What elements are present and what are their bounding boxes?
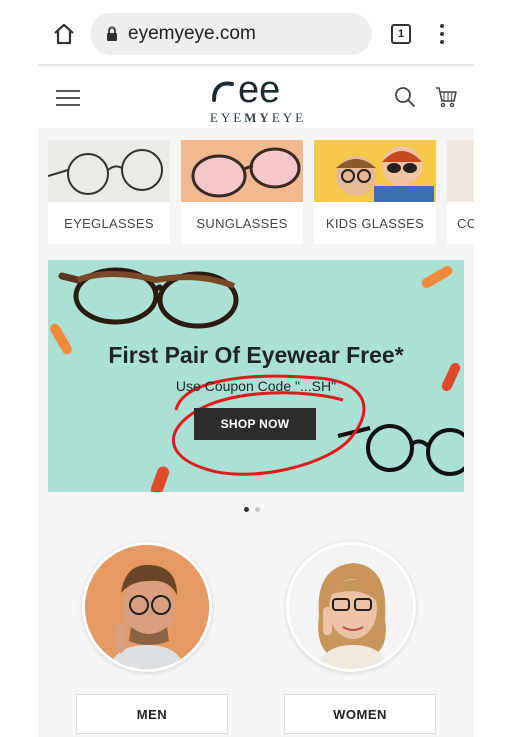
kids-glasses-image — [314, 140, 436, 202]
category-card-kids-glasses[interactable]: KIDS GLASSES — [314, 140, 436, 244]
category-label: KIDS GLASSES — [325, 215, 425, 231]
category-image — [447, 140, 474, 202]
banner-subtitle: Use Coupon Code "...SH" — [175, 378, 337, 394]
banner-title: First Pair Of Eyewear Free* — [108, 342, 404, 368]
men-button[interactable]: MEN — [76, 694, 228, 734]
main-content: EYEGLASSES SUNGLASSES KIDS GLASSES CC Fi… — [38, 128, 474, 737]
sunglasses-image — [181, 140, 303, 202]
men-image[interactable] — [82, 542, 212, 672]
logo-wordmark: EYEMYEYE — [209, 110, 307, 125]
banner-artwork — [50, 266, 464, 492]
overflow-menu-icon[interactable] — [436, 22, 448, 46]
black-glasses-icon — [337, 424, 464, 476]
shop-now-button[interactable]: SHOP NOW — [194, 408, 316, 440]
category-card-eyeglasses[interactable]: EYEGLASSES — [48, 140, 170, 244]
women-button[interactable]: WOMEN — [284, 694, 436, 734]
carousel-dot[interactable] — [255, 507, 260, 512]
hamburger-menu-icon[interactable] — [56, 90, 80, 106]
logo-mark-text: ee — [238, 70, 280, 110]
category-label: CC — [457, 215, 474, 231]
carousel-dot-active[interactable] — [244, 507, 249, 512]
tortoise-glasses-icon — [58, 267, 239, 329]
url-bar[interactable]: eyemyeye.com — [90, 13, 372, 55]
logo-mark-icon: ee — [212, 69, 280, 111]
site-header: ee EYEMYEYE — [38, 66, 474, 128]
promo-banner[interactable]: First Pair Of Eyewear Free* Use Coupon C… — [48, 260, 464, 492]
category-carousel: EYEGLASSES SUNGLASSES KIDS GLASSES CC — [48, 140, 474, 244]
cart-icon[interactable] — [434, 85, 458, 109]
category-label: SUNGLASSES — [196, 215, 288, 231]
home-icon[interactable] — [52, 22, 76, 46]
page: eyemyeye.com 1 ee EYEMYEYE EYEGLASSES SU… — [0, 0, 507, 737]
category-card-partial[interactable]: CC — [447, 140, 474, 244]
women-image[interactable] — [286, 542, 416, 672]
category-card-sunglasses[interactable]: SUNGLASSES — [181, 140, 303, 244]
browser-toolbar: eyemyeye.com 1 — [38, 0, 474, 66]
url-text: eyemyeye.com — [128, 23, 256, 44]
site-logo[interactable]: ee EYEMYEYE — [198, 69, 318, 126]
carousel-dots — [244, 507, 268, 515]
search-icon[interactable] — [394, 86, 416, 108]
category-label: EYEGLASSES — [64, 215, 154, 231]
tab-switcher-button[interactable]: 1 — [391, 24, 411, 44]
lock-icon — [107, 26, 117, 41]
eyeglasses-image — [48, 140, 170, 202]
